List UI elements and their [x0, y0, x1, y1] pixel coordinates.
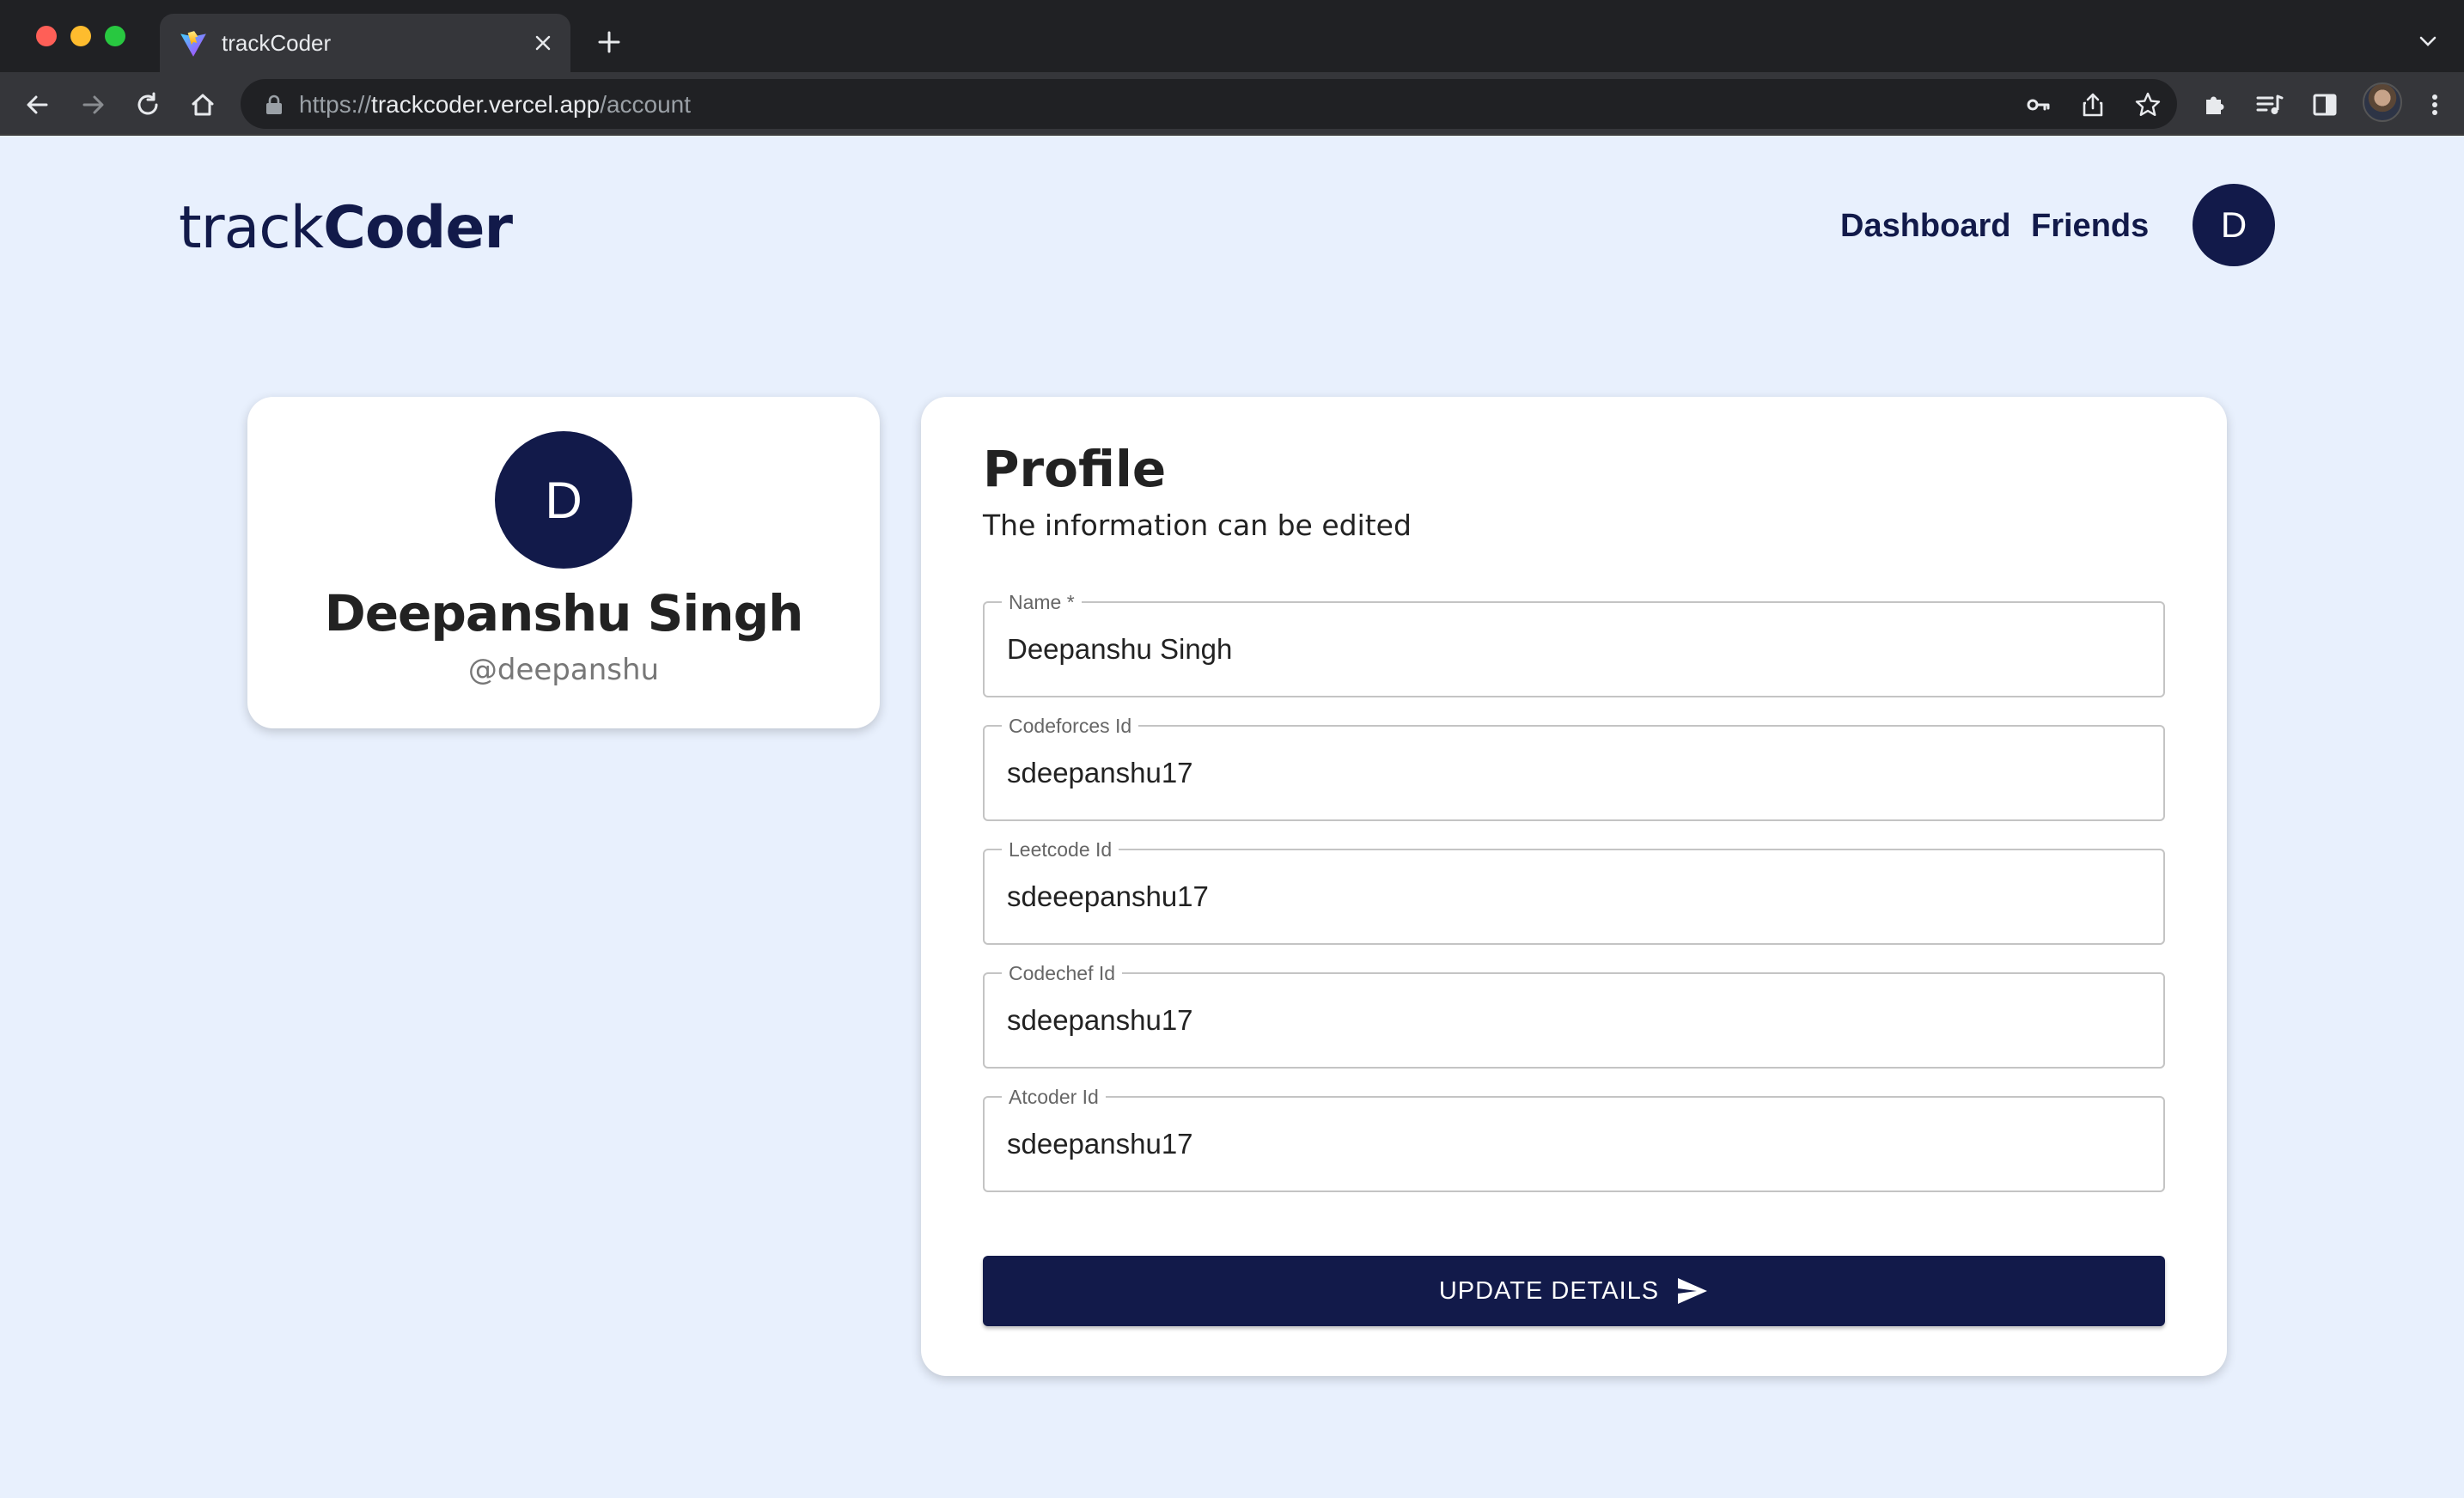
chevron-down-icon[interactable] — [2414, 27, 2442, 55]
browser-tab[interactable]: trackCoder — [160, 14, 570, 72]
leetcode-id-label: Leetcode Id — [1002, 837, 1119, 862]
codechef-id-field: Codechef Id — [983, 961, 2165, 1069]
browser-tab-strip: trackCoder — [0, 0, 2464, 72]
nav-friends-link[interactable]: Friends — [2031, 208, 2149, 245]
codeforces-id-input[interactable] — [1007, 751, 2141, 795]
home-icon[interactable] — [184, 86, 222, 124]
back-arrow-icon[interactable] — [19, 86, 57, 124]
profile-form-card: Profile The information can be edited Na… — [921, 397, 2227, 1376]
codeforces-id-field: Codeforces Id — [983, 714, 2165, 821]
side-panel-icon[interactable] — [2306, 86, 2344, 124]
nav-dashboard-link[interactable]: Dashboard — [1840, 208, 2010, 245]
leetcode-id-input[interactable] — [1007, 874, 2141, 919]
codechef-id-label: Codechef Id — [1002, 961, 1123, 985]
user-summary-card: D Deepanshu Singh @deepanshu — [247, 397, 880, 728]
address-bar[interactable]: https://trackcoder.vercel.app/account — [241, 79, 2177, 129]
vite-logo-icon — [180, 31, 206, 57]
reload-icon[interactable] — [129, 86, 167, 124]
close-tab-icon[interactable] — [528, 27, 558, 58]
atcoder-id-field: Atcoder Id — [983, 1085, 2165, 1192]
send-icon — [1678, 1278, 1708, 1304]
account-avatar[interactable]: D — [2193, 184, 2275, 266]
leetcode-id-field: Leetcode Id — [983, 837, 2165, 945]
profile-subtitle: The information can be edited — [983, 508, 1412, 542]
extensions-puzzle-icon[interactable] — [2196, 86, 2234, 124]
new-tab-icon[interactable] — [593, 26, 625, 58]
update-details-label: UPDATE DETAILS — [1438, 1276, 1660, 1305]
minimize-window-button[interactable] — [70, 26, 91, 46]
bookmark-star-icon[interactable] — [2131, 88, 2165, 122]
app-logo[interactable]: trackCoder — [179, 194, 513, 262]
name-field: Name * — [983, 590, 2165, 697]
profile-title: Profile — [983, 440, 1167, 498]
atcoder-id-input[interactable] — [1007, 1122, 2141, 1166]
name-field-label: Name * — [1002, 590, 1082, 614]
codeforces-id-label: Codeforces Id — [1002, 714, 1139, 738]
user-avatar: D — [495, 431, 632, 569]
codechef-id-input[interactable] — [1007, 998, 2141, 1043]
forward-arrow-icon[interactable] — [74, 86, 112, 124]
tab-title: trackCoder — [222, 30, 332, 56]
page-content: trackCoder Dashboard Friends D D Deepans… — [0, 136, 2464, 1498]
user-handle: @deepanshu — [467, 653, 660, 687]
more-vertical-icon[interactable] — [2416, 86, 2454, 124]
browser-profile-avatar[interactable] — [2363, 82, 2402, 122]
atcoder-id-label: Atcoder Id — [1002, 1085, 1106, 1109]
lock-icon — [266, 94, 282, 114]
user-display-name: Deepanshu Singh — [324, 584, 804, 642]
share-icon[interactable] — [2076, 88, 2110, 122]
name-input[interactable] — [1007, 627, 2141, 672]
browser-toolbar: https://trackcoder.vercel.app/account — [0, 72, 2464, 136]
close-window-button[interactable] — [36, 26, 57, 46]
media-queue-icon[interactable] — [2251, 86, 2289, 124]
key-icon[interactable] — [2021, 88, 2055, 122]
update-details-button[interactable]: UPDATE DETAILS — [983, 1256, 2165, 1326]
url-text: https://trackcoder.vercel.app/account — [299, 91, 692, 118]
maximize-window-button[interactable] — [105, 26, 125, 46]
